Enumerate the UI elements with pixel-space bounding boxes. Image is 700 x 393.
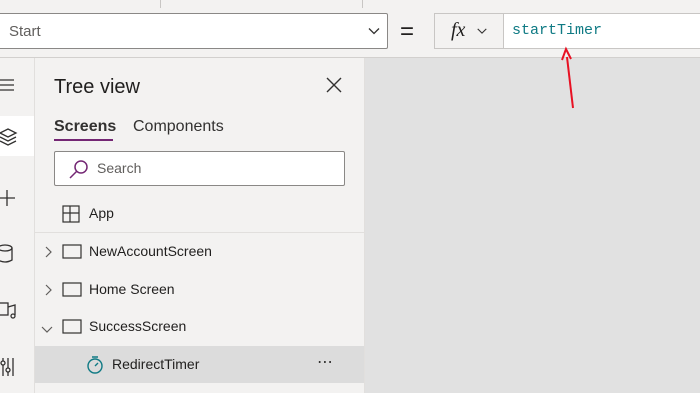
tree-node-app[interactable]: App [35,195,364,232]
screen-icon [62,244,82,264]
tab-components[interactable]: Components [133,118,224,136]
plus-icon[interactable] [0,178,34,218]
toolbar-separator [160,0,161,8]
chevron-down-icon[interactable] [41,321,53,339]
screen-icon [62,282,82,302]
search-icon [68,159,90,184]
formula-text: startTimer [512,22,603,39]
more-options-icon[interactable]: ⋯ [317,352,335,372]
panel-title: Tree view [54,76,140,98]
timer-icon [85,355,105,380]
tree-node-successscreen[interactable]: SuccessScreen [35,308,364,345]
formula-bar: Start = fx startTimer [0,8,700,58]
formula-input[interactable]: startTimer [504,13,700,49]
screen-icon [62,319,82,339]
equals-sign: = [400,18,415,45]
data-icon[interactable] [0,234,34,274]
tree-view-panel: Tree view Screens Components Search App … [35,58,365,393]
tree-node-label: RedirectTimer [112,356,200,372]
fx-icon: fx [451,19,466,41]
tree-node-newaccountscreen[interactable]: NewAccountScreen [35,233,364,270]
app-icon [62,205,80,228]
property-value: Start [9,23,41,40]
tree-node-label: NewAccountScreen [89,243,212,259]
chevron-down-icon [367,24,381,43]
tree-node-label: SuccessScreen [89,318,187,334]
layers-icon[interactable] [0,116,34,156]
tab-screens[interactable]: Screens [54,118,116,136]
canvas-area [365,58,700,393]
tree-node-label: Home Screen [89,281,175,297]
hamburger-icon[interactable] [0,64,34,104]
tree-node-homescreen[interactable]: Home Screen [35,271,364,308]
annotation-arrow [561,46,574,109]
property-dropdown[interactable]: Start [0,13,388,49]
media-icon[interactable] [0,290,34,330]
chevron-right-icon[interactable] [43,283,53,301]
search-placeholder: Search [97,160,142,176]
left-rail [0,58,35,393]
active-tab-indicator [54,139,113,141]
close-icon[interactable] [325,76,343,94]
tools-icon[interactable] [0,346,34,386]
chevron-right-icon[interactable] [43,245,53,263]
toolbar-separator [362,0,363,8]
tree-node-label: App [89,205,114,221]
chevron-down-icon [476,24,488,42]
fx-button[interactable]: fx [434,13,504,49]
tree-node-redirecttimer[interactable]: RedirectTimer ⋯ [35,346,364,383]
search-input[interactable]: Search [54,151,345,186]
